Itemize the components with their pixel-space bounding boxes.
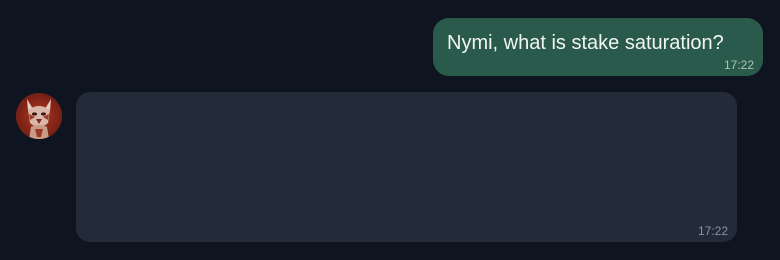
bot-message-bubble: 17:22 xyxy=(76,92,737,242)
fox-mask-avatar-icon xyxy=(16,93,62,139)
user-message-text: Nymi, what is stake saturation? xyxy=(447,32,724,54)
user-message-timestamp: 17:22 xyxy=(723,58,754,72)
bot-message-timestamp: 17:22 xyxy=(697,224,728,238)
chat-thread: Nymi, what is stake saturation? 17:22 17… xyxy=(0,0,780,260)
bot-avatar[interactable] xyxy=(16,93,62,139)
user-message-bubble: Nymi, what is stake saturation? 17:22 xyxy=(433,18,763,76)
